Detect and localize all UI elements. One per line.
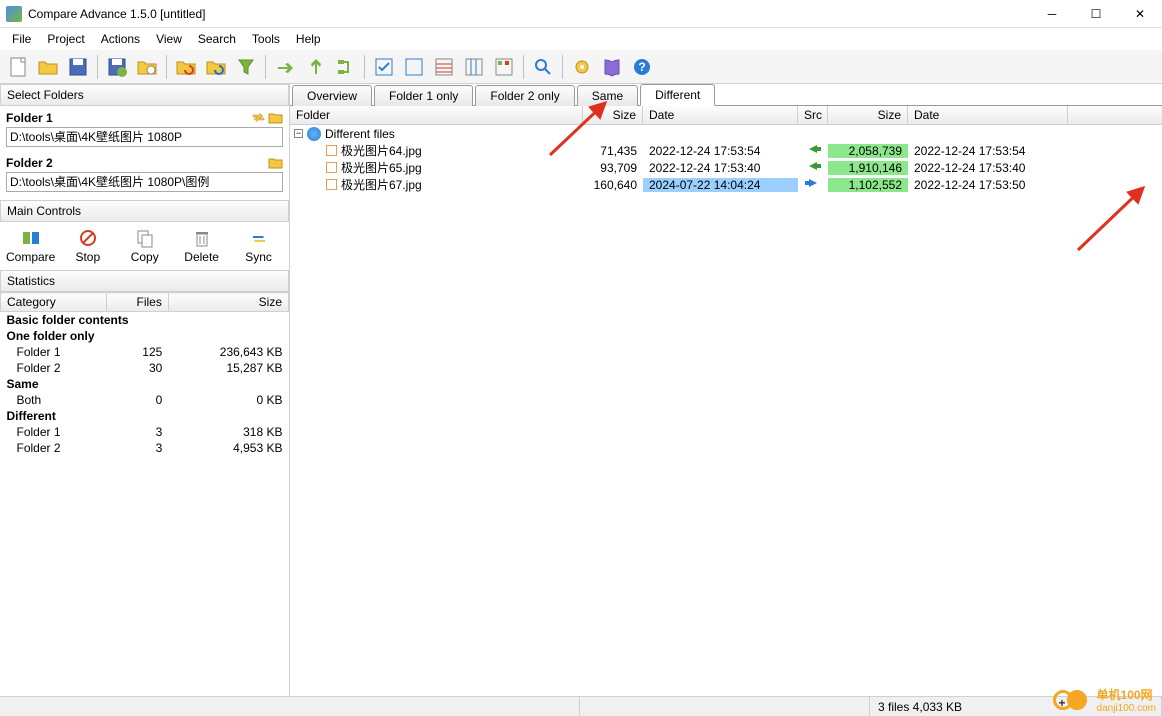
file-row[interactable]: 极光图片65.jpg93,7092022-12-24 17:53:401,910… [290, 159, 1162, 176]
maximize-button[interactable]: ☐ [1074, 0, 1118, 28]
browse-folder2-icon[interactable] [268, 155, 283, 170]
stats-col-category[interactable]: Category [1, 293, 107, 312]
tab-bar: Overview Folder 1 only Folder 2 only Sam… [290, 84, 1162, 106]
menu-file[interactable]: File [4, 30, 39, 48]
left-panel: Select Folders Folder 1 D:\tools\桌面\4K壁纸… [0, 84, 290, 696]
src-arrow-icon [798, 160, 828, 175]
group-row[interactable]: − Different files [290, 125, 1162, 142]
tab-folder1-only[interactable]: Folder 1 only [374, 85, 473, 106]
tab-same[interactable]: Same [577, 85, 638, 106]
collapse-icon[interactable]: − [294, 129, 303, 138]
tab-different[interactable]: Different [640, 84, 715, 106]
right-panel: Overview Folder 1 only Folder 2 only Sam… [290, 84, 1162, 696]
save-as-icon[interactable] [103, 53, 131, 81]
tab-folder2-only[interactable]: Folder 2 only [475, 85, 574, 106]
sync-button[interactable]: Sync [232, 226, 285, 266]
title-bar: Compare Advance 1.5.0 [untitled] ─ ☐ ✕ [0, 0, 1162, 28]
menu-bar: File Project Actions View Search Tools H… [0, 28, 1162, 50]
file-icon [326, 145, 337, 156]
arrow-tree-icon[interactable] [331, 53, 359, 81]
file-icon [326, 162, 337, 173]
col-date2[interactable]: Date [908, 106, 1068, 124]
compare-button[interactable]: Compare [4, 226, 57, 266]
group-icon [307, 127, 321, 141]
stats-col-size[interactable]: Size [168, 293, 288, 312]
col-folder[interactable]: Folder [290, 106, 583, 124]
col-size1[interactable]: Size [583, 106, 643, 124]
file-icon [326, 179, 337, 190]
folder-refresh1-icon[interactable] [172, 53, 200, 81]
status-bar: 3 files 4,033 KB [0, 696, 1162, 716]
folder1-label: Folder 1 [6, 111, 53, 125]
statistics-header: Statistics [0, 270, 289, 292]
minimize-button[interactable]: ─ [1030, 0, 1074, 28]
delete-button[interactable]: Delete [175, 226, 228, 266]
col-size2[interactable]: Size [828, 106, 908, 124]
src-arrow-icon [798, 143, 828, 158]
filter-icon[interactable] [232, 53, 260, 81]
save-icon[interactable] [64, 53, 92, 81]
stop-button[interactable]: Stop [61, 226, 114, 266]
select-folders-header: Select Folders [0, 84, 289, 106]
list3-icon[interactable] [490, 53, 518, 81]
col-src[interactable]: Src [798, 106, 828, 124]
main-controls-header: Main Controls [0, 200, 289, 222]
copy-button[interactable]: Copy [118, 226, 171, 266]
new-icon[interactable] [4, 53, 32, 81]
app-icon [6, 6, 22, 22]
watermark: + 单机100网 danji100.com [1053, 686, 1156, 714]
file-list[interactable]: − Different files 极光图片64.jpg71,4352022-1… [290, 125, 1162, 696]
menu-actions[interactable]: Actions [93, 30, 148, 48]
window-title: Compare Advance 1.5.0 [untitled] [28, 7, 1030, 21]
list-header: Folder Size Date Src Size Date [290, 106, 1162, 125]
menu-help[interactable]: Help [288, 30, 329, 48]
book-icon[interactable] [598, 53, 626, 81]
col-date1[interactable]: Date [643, 106, 798, 124]
browse-folder1-icon[interactable] [268, 110, 283, 125]
statistics-table: CategoryFilesSize Basic folder contents … [0, 292, 289, 456]
arrow-up-icon[interactable] [301, 53, 329, 81]
src-arrow-icon [798, 177, 828, 192]
menu-view[interactable]: View [148, 30, 190, 48]
folder-open-icon[interactable] [133, 53, 161, 81]
list2-icon[interactable] [460, 53, 488, 81]
help-icon[interactable]: ? [628, 53, 656, 81]
file-row[interactable]: 极光图片64.jpg71,4352022-12-24 17:53:542,058… [290, 142, 1162, 159]
arrow-right-icon[interactable] [271, 53, 299, 81]
menu-search[interactable]: Search [190, 30, 244, 48]
svg-text:?: ? [638, 60, 645, 74]
check-icon[interactable] [370, 53, 398, 81]
file-row[interactable]: 极光图片67.jpg160,6402024-07-22 14:04:241,10… [290, 176, 1162, 193]
menu-tools[interactable]: Tools [244, 30, 288, 48]
swap-folders-icon[interactable] [251, 110, 266, 125]
folder-refresh2-icon[interactable] [202, 53, 230, 81]
close-button[interactable]: ✕ [1118, 0, 1162, 28]
gear-icon[interactable] [568, 53, 596, 81]
menu-project[interactable]: Project [39, 30, 92, 48]
toolbar: ? [0, 50, 1162, 84]
folder2-label: Folder 2 [6, 156, 53, 170]
list1-icon[interactable] [430, 53, 458, 81]
open-icon[interactable] [34, 53, 62, 81]
folder1-input[interactable]: D:\tools\桌面\4K壁纸图片 1080P [6, 127, 283, 147]
uncheck-icon[interactable] [400, 53, 428, 81]
tab-overview[interactable]: Overview [292, 85, 372, 106]
search-icon[interactable] [529, 53, 557, 81]
watermark-logo-icon: + [1053, 687, 1093, 713]
folder2-input[interactable]: D:\tools\桌面\4K壁纸图片 1080P\图例 [6, 172, 283, 192]
stats-col-files[interactable]: Files [107, 293, 169, 312]
